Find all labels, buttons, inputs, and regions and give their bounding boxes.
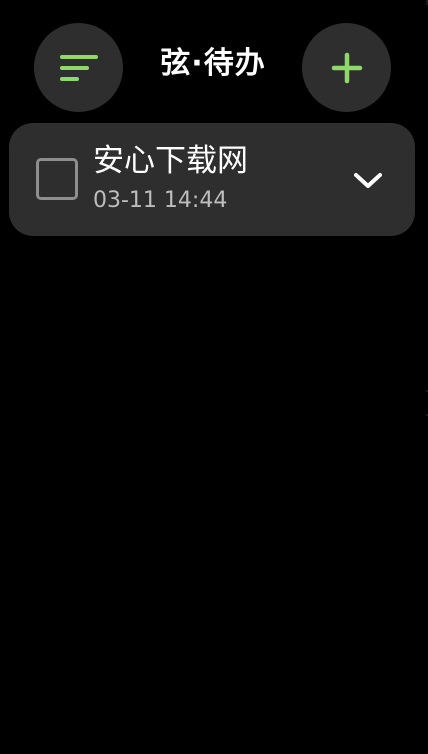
chevron-down-icon (353, 172, 382, 188)
expand-button[interactable] (345, 157, 390, 202)
sort-lines-icon (59, 54, 98, 81)
page-title: 弦·待办 (160, 46, 266, 81)
top-bar: 弦·待办 (0, 0, 428, 120)
sort-menu-button[interactable] (34, 23, 123, 112)
add-todo-button[interactable] (302, 23, 391, 112)
plus-icon (331, 52, 362, 83)
todo-timestamp: 03-11 14:44 (93, 188, 228, 213)
todo-checkbox[interactable] (36, 158, 78, 200)
todo-item[interactable]: 安心下载网 03-11 14:44 (9, 123, 415, 236)
todo-title: 安心下载网 (93, 143, 248, 179)
